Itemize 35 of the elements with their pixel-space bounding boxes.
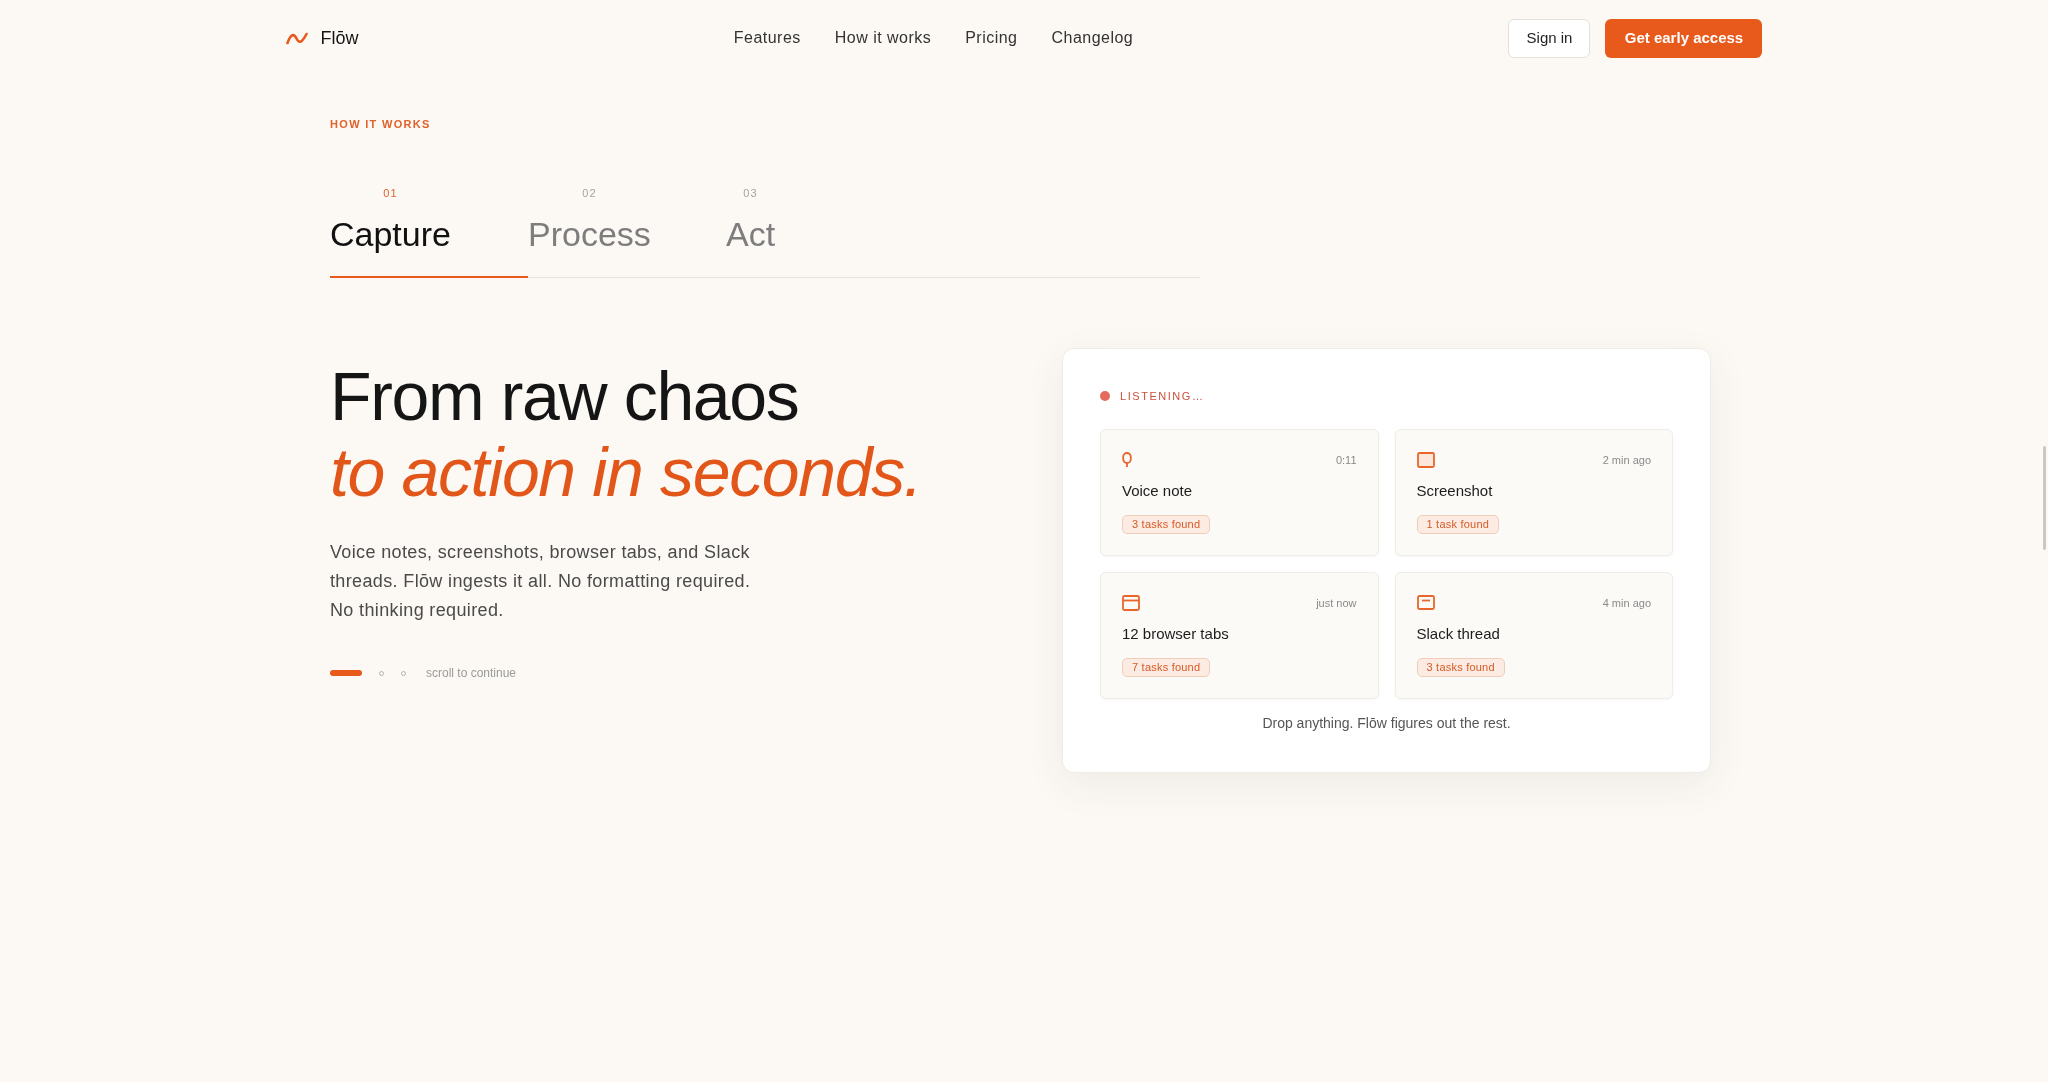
item-time: 4 min ago (1602, 595, 1651, 611)
scroll-hint: scroll to continue (426, 665, 517, 682)
tasks-found-badge: 7 tasks found (1122, 658, 1211, 677)
item-title: Voice note (1122, 481, 1193, 501)
item-title: Slack thread (1416, 624, 1500, 644)
sign-in-button[interactable]: Sign in (1508, 18, 1591, 58)
tasks-found-badge: 3 tasks found (1122, 515, 1211, 534)
nav-link[interactable]: Features (733, 26, 801, 50)
headline: From raw chaos (330, 358, 799, 434)
item-time: just now (1316, 595, 1357, 611)
nav-link[interactable]: Changelog (1051, 26, 1134, 50)
item-time: 2 min ago (1602, 452, 1651, 468)
message-box-icon (1416, 595, 1435, 611)
intro-paragraph: Voice notes, screenshots, browser tabs, and Slack threads. Flōw ingests it all. No formatting required. No thinking required. (330, 541, 752, 622)
item-title: Screenshot (1416, 481, 1493, 501)
listening-status: LISTENING… (1120, 388, 1205, 404)
nav-link[interactable]: Pricing (965, 26, 1018, 50)
item-time: 0:11 (1335, 452, 1357, 468)
headline-accent: to action in seconds. (330, 434, 922, 510)
logo-text[interactable]: Flōw (320, 24, 359, 52)
step-tab[interactable]: 01 Capture (330, 180, 528, 278)
scrollbar-thumb[interactable] (2043, 446, 2046, 550)
get-early-access-button[interactable]: Get early access (1605, 18, 1763, 58)
section-eyebrow: HOW IT WORKS (330, 117, 431, 131)
tasks-found-badge: 3 tasks found (1416, 658, 1505, 677)
wave-logo-icon (285, 31, 308, 45)
square-frame-icon (1416, 452, 1435, 468)
step-tab[interactable]: 02 Process (528, 180, 726, 278)
step-tab[interactable]: 03 Act (726, 180, 924, 278)
card-footer-note: Drop anything. Flōw figures out the rest. (1261, 714, 1512, 732)
item-title: 12 browser tabs (1122, 624, 1229, 644)
microphone-icon (1122, 452, 1132, 468)
tasks-found-badge: 1 task found (1416, 515, 1500, 534)
nav-link[interactable]: How it works (834, 26, 932, 50)
browser-window-icon (1122, 595, 1140, 611)
